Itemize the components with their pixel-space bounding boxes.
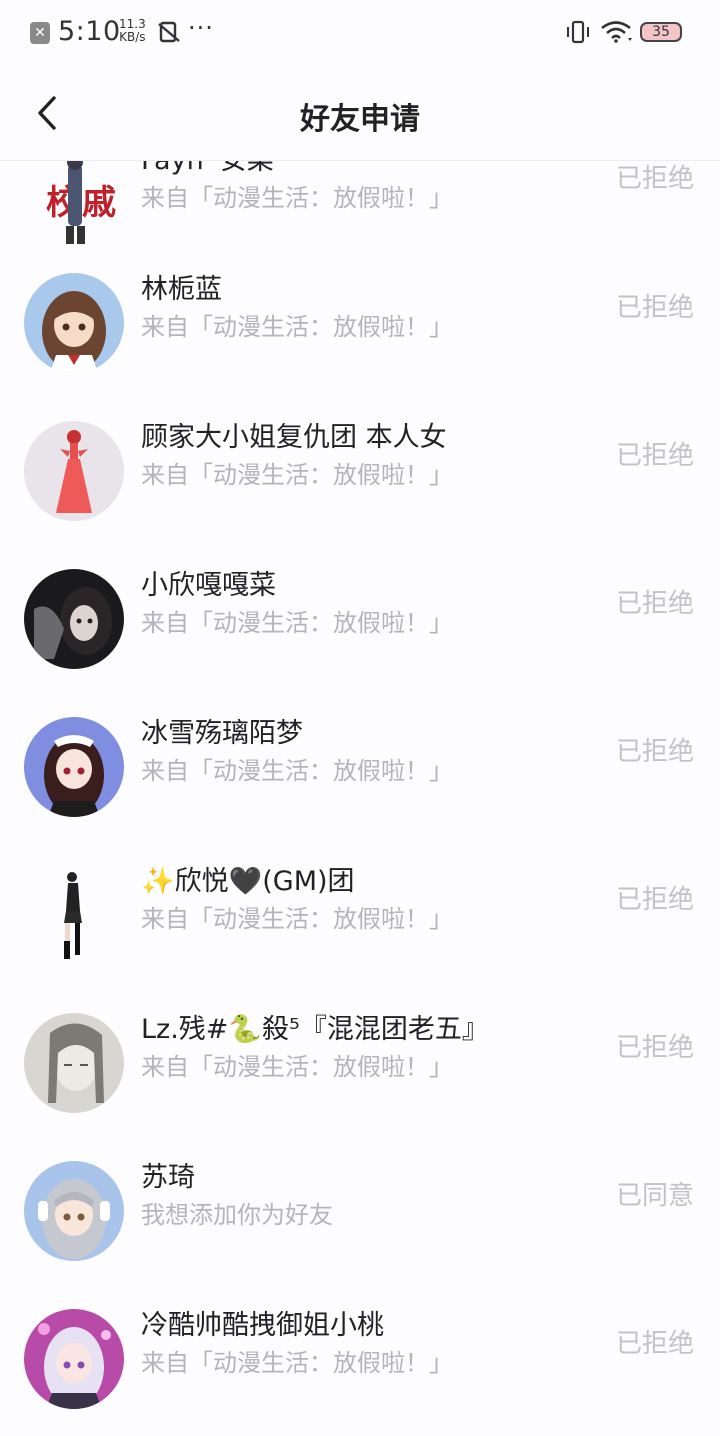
request-status: 已同意 bbox=[615, 1181, 694, 1211]
request-name: 冰雪殇璃陌梦 bbox=[141, 718, 303, 749]
list-item[interactable]: 顾家大小姐复仇团 本人女 来自「动漫生活：放假啦！」 已拒绝 bbox=[0, 397, 720, 545]
network-speed: 11.3 KB/s bbox=[119, 18, 146, 44]
request-status: 已拒绝 bbox=[615, 164, 694, 194]
request-status: 已拒绝 bbox=[615, 441, 694, 471]
request-status: 已拒绝 bbox=[615, 737, 694, 767]
request-source: 来自「动漫生活：放假啦！」 bbox=[141, 757, 453, 785]
standing-figure-icon[interactable] bbox=[24, 865, 124, 965]
list-item[interactable]: 冰雪殇璃陌梦 来自「动漫生活：放假啦！」 已拒绝 bbox=[0, 693, 720, 841]
list-item[interactable]: 小欣嘎嘎菜 来自「动漫生活：放假啦！」 已拒绝 bbox=[0, 545, 720, 693]
anime-girl-purple-icon[interactable] bbox=[24, 1309, 124, 1409]
anime-girl-silver-hair-icon[interactable] bbox=[24, 1161, 124, 1261]
sketch-portrait-icon[interactable] bbox=[24, 1013, 124, 1113]
request-name: 苏琦 bbox=[141, 1162, 195, 1193]
list-item[interactable]: 冷酷帅酷拽御姐小桃 来自「动漫生活：放假啦！」 已拒绝 bbox=[0, 1285, 720, 1433]
request-status: 已拒绝 bbox=[615, 1033, 694, 1063]
request-source: 来自「动漫生活：放假啦！」 bbox=[141, 184, 453, 212]
anime-girl-maid-icon[interactable] bbox=[24, 717, 124, 817]
anime-girl-brown-hair-icon[interactable] bbox=[24, 273, 124, 373]
request-status: 已拒绝 bbox=[615, 1329, 694, 1359]
request-source: 来自「动漫生活：放假啦！」 bbox=[141, 1349, 453, 1377]
vibrate-icon bbox=[567, 20, 589, 44]
status-bar: ✕ 5:10 11.3 KB/s ··· 35 bbox=[0, 0, 720, 66]
request-source: 来自「动漫生活：放假啦！」 bbox=[141, 1053, 453, 1081]
svg-text:戚: 戚 bbox=[82, 183, 116, 223]
request-name: ✨欣悦🖤(GM)团 bbox=[141, 866, 355, 897]
request-name: 顾家大小姐复仇团 本人女 bbox=[141, 422, 447, 453]
dark-photo-girl-icon[interactable] bbox=[24, 569, 124, 669]
request-status: 已拒绝 bbox=[615, 293, 694, 323]
list-item[interactable]: ✨欣悦🖤(GM)团 来自「动漫生活：放假啦！」 已拒绝 bbox=[0, 841, 720, 989]
request-source: 我想添加你为好友 bbox=[141, 1201, 333, 1229]
request-status: 已拒绝 bbox=[615, 589, 694, 619]
request-name: 小欣嘎嘎菜 bbox=[141, 570, 276, 601]
request-name: 冷酷帅酷拽御姐小桃 bbox=[141, 1310, 384, 1341]
battery-icon: 35 bbox=[640, 22, 682, 42]
request-source: 来自「动漫生活：放假啦！」 bbox=[141, 313, 453, 341]
request-status: 已拒绝 bbox=[615, 885, 694, 915]
request-source: 来自「动漫生活：放假啦！」 bbox=[141, 609, 453, 637]
request-source: 来自「动漫生活：放假啦！」 bbox=[141, 461, 453, 489]
list-item[interactable]: 苏琦 我想添加你为好友 已同意 bbox=[0, 1137, 720, 1285]
no-sim-icon bbox=[158, 21, 180, 43]
request-name: 林栀蓝 bbox=[141, 274, 222, 305]
app-header: 好友申请 bbox=[0, 66, 720, 161]
network-speed-unit: KB/s bbox=[119, 30, 146, 44]
status-time: 5:10 bbox=[58, 16, 121, 47]
list-item[interactable]: Lz.残#🐍殺⁵『混混团老五』 来自「动漫生活：放假啦！」 已拒绝 bbox=[0, 989, 720, 1137]
page-title: 好友申请 bbox=[300, 102, 420, 137]
more-notifications-icon: ··· bbox=[188, 14, 214, 42]
red-dress-figure-icon[interactable] bbox=[24, 421, 124, 521]
wifi-icon bbox=[601, 21, 632, 43]
request-name: Lz.残#🐍殺⁵『混混团老五』 bbox=[141, 1014, 489, 1045]
screen: 校 戚 Fayn' 安菜 来自「动漫生活：放假啦！」 已拒绝 bbox=[0, 0, 720, 1436]
list-item[interactable]: 林栀蓝 来自「动漫生活：放假啦！」 已拒绝 bbox=[0, 249, 720, 397]
notification-icon: ✕ bbox=[30, 22, 50, 44]
request-source: 来自「动漫生活：放假啦！」 bbox=[141, 905, 453, 933]
